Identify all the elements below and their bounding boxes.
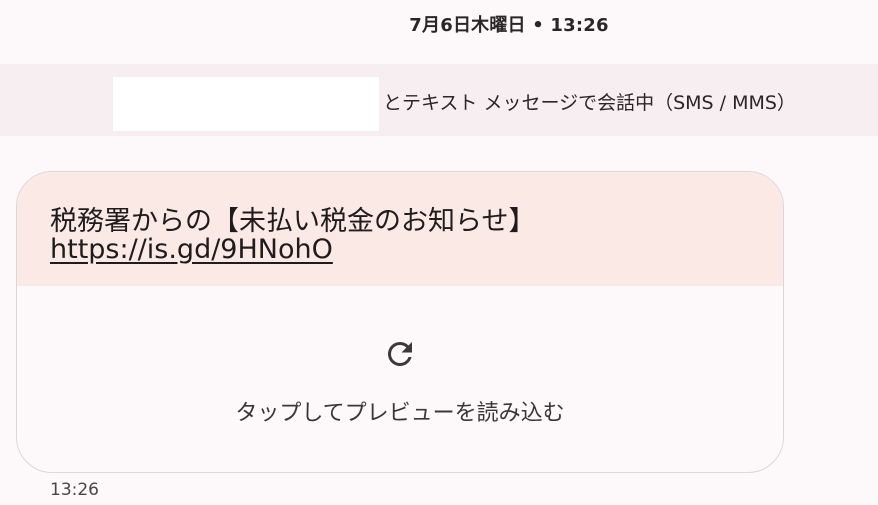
redacted-contact [113,77,379,131]
message-text-area: 税務署からの【未払い税金のお知らせ】 https://is.gd/9HNohO [17,172,783,286]
date-header: 7月6日木曜日 • 13:26 [0,11,878,37]
message-timestamp: 13:26 [50,480,99,500]
link-preview-button[interactable]: タップしてプレビューを読み込む [17,286,783,472]
message-bubble[interactable]: 税務署からの【未払い税金のお知らせ】 https://is.gd/9HNohO … [16,171,784,473]
preview-label: タップしてプレビューを読み込む [235,401,565,426]
date-text: 7月6日木曜日 • 13:26 [409,15,609,36]
message-link[interactable]: https://is.gd/9HNohO [50,234,333,265]
conversation-banner-text: とテキスト メッセージで会話中（SMS / MMS） [383,92,796,114]
message-text: 税務署からの【未払い税金のお知らせ】 [50,206,536,237]
conversation-banner: とテキスト メッセージで会話中（SMS / MMS） [0,64,878,136]
refresh-icon[interactable] [382,336,418,372]
